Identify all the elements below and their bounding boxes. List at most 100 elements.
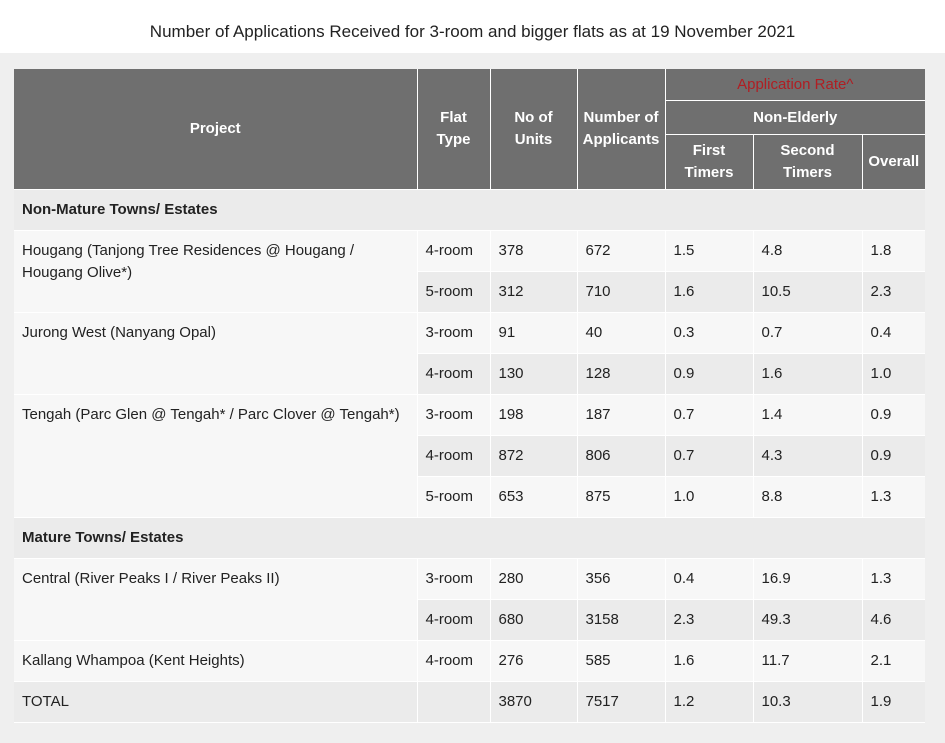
cell-second-timers: 0.7 bbox=[752, 312, 863, 354]
cell-applicants: 40 bbox=[576, 312, 666, 354]
total-cell-first-timers: 1.2 bbox=[664, 681, 754, 723]
header-units: No of Units bbox=[489, 69, 578, 190]
total-row: TOTAL 3870 7517 1.2 10.3 1.9 bbox=[14, 681, 925, 723]
cell-overall: 1.3 bbox=[861, 476, 925, 518]
cell-first-timers: 0.7 bbox=[664, 435, 754, 477]
cell-units: 378 bbox=[489, 230, 578, 272]
cell-flat-type: 4-room bbox=[417, 599, 491, 641]
cell-applicants: 806 bbox=[576, 435, 666, 477]
cell-overall: 2.3 bbox=[861, 271, 925, 313]
cell-first-timers: 1.6 bbox=[664, 640, 754, 682]
cell-flat-type: 5-room bbox=[417, 476, 491, 518]
header-second-timers: Second Timers bbox=[752, 134, 863, 190]
table-header: Project Flat Type No of Units Number of … bbox=[14, 69, 925, 190]
section-label: Non-Mature Towns/ Estates bbox=[14, 189, 925, 231]
cell-overall: 4.6 bbox=[861, 599, 925, 641]
cell-second-timers: 1.6 bbox=[752, 353, 863, 395]
cell-overall: 1.0 bbox=[861, 353, 925, 395]
cell-overall: 0.9 bbox=[861, 394, 925, 436]
cell-project: Hougang (Tanjong Tree Residences @ Houga… bbox=[14, 230, 418, 313]
table-row: Tengah (Parc Glen @ Tengah* / Parc Clove… bbox=[14, 394, 925, 518]
section-label: Mature Towns/ Estates bbox=[14, 517, 925, 559]
header-application-rate: Application Rate^ bbox=[664, 69, 925, 101]
cell-units: 130 bbox=[489, 353, 578, 395]
cell-applicants: 672 bbox=[576, 230, 666, 272]
cell-flat-type: 3-room bbox=[416, 394, 491, 436]
header-non-elderly: Non-Elderly bbox=[664, 100, 925, 135]
cell-applicants: 187 bbox=[576, 394, 666, 436]
table-row: Jurong West (Nanyang Opal) 3-room 91 40 0.3 0… bbox=[14, 312, 925, 395]
total-cell-applicants: 7517 bbox=[576, 681, 666, 723]
cell-units: 91 bbox=[489, 312, 578, 354]
cell-overall: 1.3 bbox=[861, 558, 925, 600]
table-row: Central (River Peaks I / River Peaks II)… bbox=[14, 558, 925, 641]
cell-first-timers: 0.3 bbox=[664, 312, 754, 354]
cell-applicants: 3158 bbox=[576, 599, 666, 641]
table-row: Kallang Whampoa (Kent Heights) 4-room 276 5… bbox=[14, 640, 925, 682]
cell-units: 872 bbox=[489, 435, 578, 477]
cell-units: 280 bbox=[489, 558, 578, 600]
cell-flat-type: 4-room bbox=[417, 353, 491, 395]
cell-overall: 0.4 bbox=[861, 312, 925, 354]
cell-applicants: 128 bbox=[576, 353, 666, 395]
cell-project: Central (River Peaks I / River Peaks II) bbox=[14, 558, 418, 641]
cell-units: 653 bbox=[489, 476, 578, 518]
header-applicants: Number of Applicants bbox=[576, 69, 666, 190]
cell-flat-type: 3-room bbox=[416, 558, 491, 600]
header-first-timers-label: First Timers bbox=[684, 142, 734, 181]
cell-second-timers: 10.5 bbox=[752, 271, 863, 313]
cell-project: Kallang Whampoa (Kent Heights) bbox=[14, 640, 418, 682]
cell-first-timers: 1.5 bbox=[664, 230, 754, 272]
header-first-timers: First Timers bbox=[664, 134, 754, 190]
cell-first-timers: 2.3 bbox=[664, 599, 754, 641]
section-row: Non-Mature Towns/ Estates bbox=[14, 189, 925, 231]
cell-units: 198 bbox=[489, 394, 578, 436]
cell-project: Jurong West (Nanyang Opal) bbox=[14, 312, 418, 395]
cell-applicants: 356 bbox=[576, 558, 666, 600]
header-units-label: No of Units bbox=[514, 109, 553, 148]
cell-second-timers: 11.7 bbox=[752, 640, 863, 682]
cell-second-timers: 16.9 bbox=[752, 558, 863, 600]
cell-applicants: 710 bbox=[576, 271, 666, 313]
cell-flat-type: 3-room bbox=[416, 312, 491, 354]
cell-flat-type: 4-room bbox=[416, 640, 491, 682]
table-title: Number of Applications Received for 3-ro… bbox=[149, 21, 796, 41]
cell-second-timers: 4.3 bbox=[752, 435, 863, 477]
table-body: Non-Mature Towns/ Estates Hougang (Tanjon… bbox=[14, 189, 925, 723]
header-overall: Overall bbox=[861, 134, 925, 190]
cell-applicants: 875 bbox=[576, 476, 666, 518]
table-row: Hougang (Tanjong Tree Residences @ Houga… bbox=[14, 230, 925, 313]
total-label: TOTAL bbox=[14, 681, 418, 723]
cell-first-timers: 1.0 bbox=[664, 476, 754, 518]
header-project: Project bbox=[14, 69, 418, 190]
applications-table: Project Flat Type No of Units Number of … bbox=[14, 69, 925, 723]
cell-second-timers: 49.3 bbox=[752, 599, 863, 641]
cell-units: 680 bbox=[489, 599, 578, 641]
cell-first-timers: 1.6 bbox=[664, 271, 754, 313]
cell-units: 276 bbox=[489, 640, 578, 682]
page-title: Number of Applications Received for 3-ro… bbox=[0, 0, 945, 53]
cell-second-timers: 8.8 bbox=[752, 476, 863, 518]
cell-first-timers: 0.9 bbox=[664, 353, 754, 395]
header-second-timers-label: Second Timers bbox=[780, 142, 835, 181]
cell-first-timers: 0.4 bbox=[664, 558, 754, 600]
cell-overall: 2.1 bbox=[861, 640, 925, 682]
cell-flat-type: 4-room bbox=[416, 230, 491, 272]
applications-table-container: Project Flat Type No of Units Number of … bbox=[14, 69, 925, 723]
cell-flat-type: 4-room bbox=[417, 435, 491, 477]
header-applicants-label: Number of Applicants bbox=[582, 109, 660, 148]
cell-second-timers: 4.8 bbox=[752, 230, 863, 272]
cell-first-timers: 0.7 bbox=[664, 394, 754, 436]
header-flat-type-label: Flat Type bbox=[436, 109, 471, 148]
cell-overall: 0.9 bbox=[861, 435, 925, 477]
cell-flat-type: 5-room bbox=[417, 271, 491, 313]
total-cell-second-timers: 10.3 bbox=[752, 681, 863, 723]
cell-second-timers: 1.4 bbox=[752, 394, 863, 436]
cell-units: 312 bbox=[489, 271, 578, 313]
cell-overall: 1.8 bbox=[861, 230, 925, 272]
cell-applicants: 585 bbox=[576, 640, 666, 682]
total-cell-units: 3870 bbox=[489, 681, 578, 723]
header-flat-type: Flat Type bbox=[416, 69, 491, 190]
cell-project: Tengah (Parc Glen @ Tengah* / Parc Clove… bbox=[14, 394, 418, 518]
total-cell-overall: 1.9 bbox=[861, 681, 925, 723]
